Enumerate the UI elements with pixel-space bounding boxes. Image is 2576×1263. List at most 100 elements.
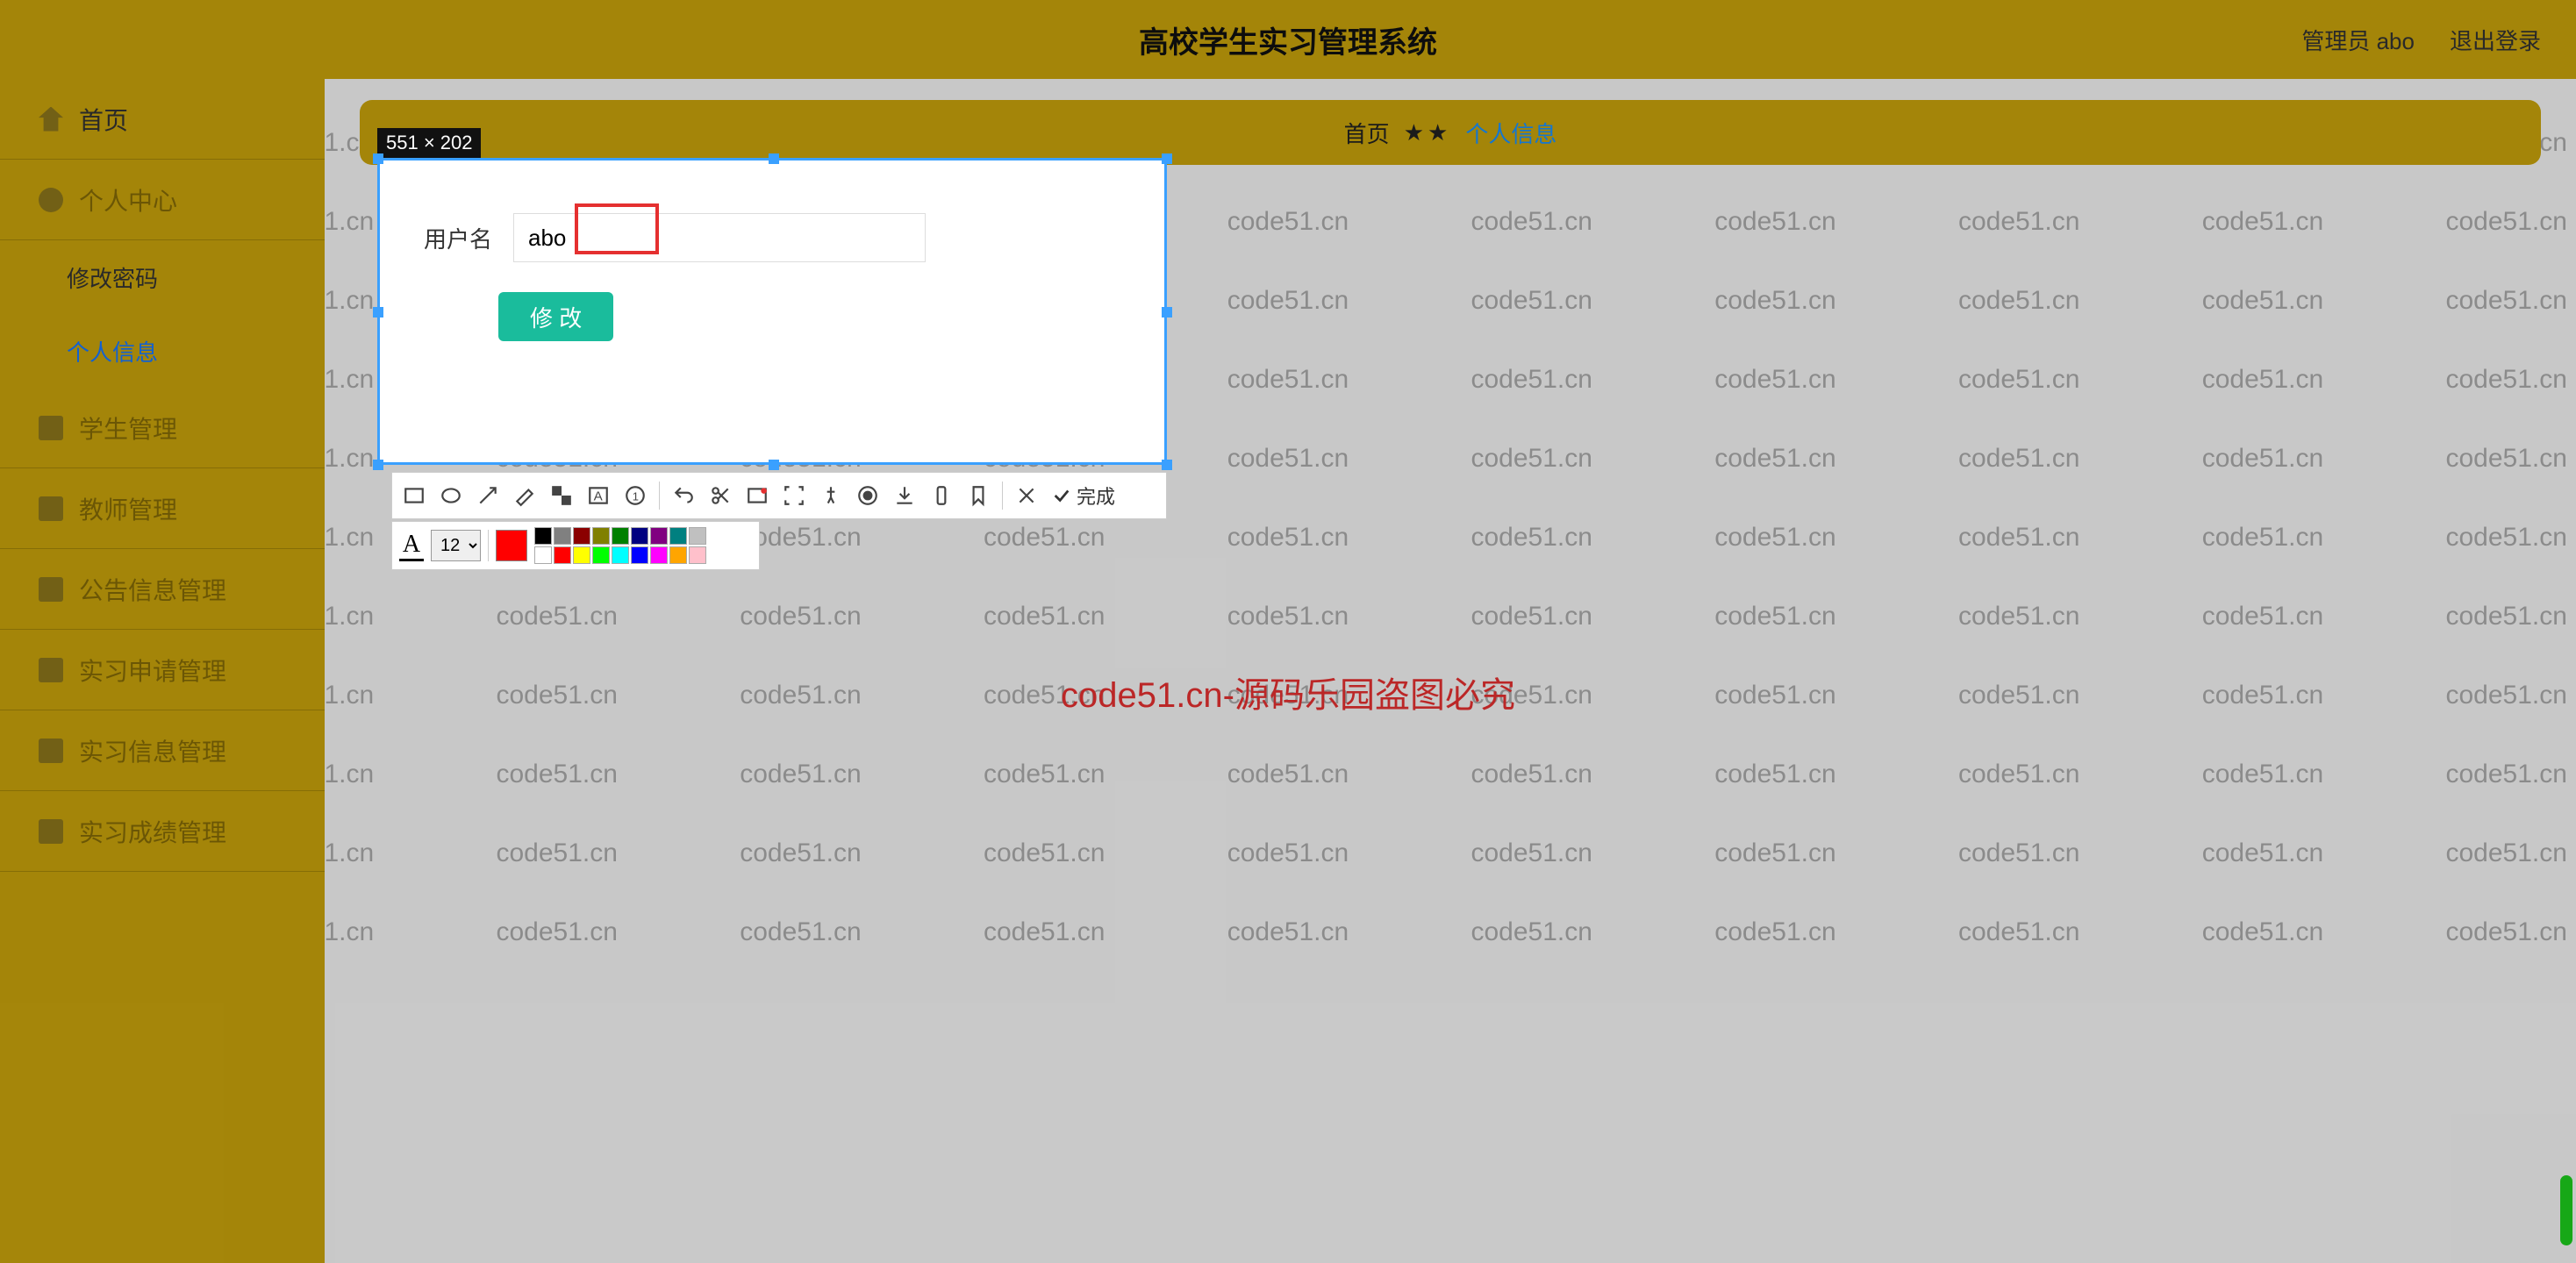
color-swatch[interactable] — [573, 546, 590, 564]
sidebar-item-info[interactable]: 实习信息管理 — [0, 710, 325, 791]
color-palette — [534, 527, 706, 564]
sidebar-label: 实习信息管理 — [79, 733, 226, 768]
list-icon — [39, 416, 63, 440]
font-size-select[interactable]: 12 — [431, 530, 481, 561]
list-icon — [39, 819, 63, 844]
sidebar-label: 实习申请管理 — [79, 653, 226, 688]
color-swatch[interactable] — [554, 527, 571, 545]
scrollbar-thumb[interactable] — [2560, 1175, 2572, 1245]
color-swatch[interactable] — [650, 546, 668, 564]
sidebar-label: 教师管理 — [79, 491, 177, 526]
sidebar: 首页 个人中心 修改密码 个人信息 学生管理 教师管理 公告信息管理 实习申请管… — [0, 79, 325, 1263]
color-swatch[interactable] — [669, 546, 687, 564]
resize-handle-br[interactable] — [1162, 460, 1172, 470]
breadcrumb-current: 个人信息 — [1465, 117, 1556, 149]
tool-screenrec-icon[interactable] — [741, 479, 774, 512]
modify-button[interactable]: 修 改 — [498, 292, 613, 341]
sidebar-sub-changepwd[interactable]: 修改密码 — [0, 240, 325, 314]
toolbar-separator — [488, 530, 489, 561]
color-swatch[interactable] — [612, 527, 629, 545]
home-icon — [39, 107, 63, 132]
tool-undo-icon[interactable] — [667, 479, 700, 512]
sidebar-sub-profile[interactable]: 个人信息 — [0, 314, 325, 388]
tool-pencil-icon[interactable] — [508, 479, 541, 512]
sidebar-item-personal[interactable]: 个人中心 — [0, 160, 325, 240]
screenshot-toolbar: A 1 完成 — [391, 472, 1167, 519]
resize-handle-ml[interactable] — [373, 307, 383, 318]
list-icon — [39, 658, 63, 682]
tool-mosaic-icon[interactable] — [545, 479, 578, 512]
user-icon — [39, 188, 63, 212]
tool-arrow-icon[interactable] — [471, 479, 504, 512]
sidebar-label: 首页 — [79, 102, 128, 137]
username-input[interactable] — [513, 213, 926, 262]
color-swatch[interactable] — [592, 527, 610, 545]
list-icon — [39, 739, 63, 763]
username-label: 用户名 — [424, 222, 492, 254]
sidebar-item-grades[interactable]: 实习成绩管理 — [0, 791, 325, 872]
tool-ocr-icon[interactable] — [777, 479, 811, 512]
color-swatch[interactable] — [554, 546, 571, 564]
svg-text:1: 1 — [633, 489, 639, 503]
tool-text-icon[interactable]: A — [582, 479, 615, 512]
breadcrumb-sep: ★★ — [1404, 119, 1452, 146]
breadcrumb: 首页 ★★ 个人信息 — [360, 100, 2541, 165]
resize-handle-tl[interactable] — [373, 153, 383, 164]
sidebar-label: 实习成绩管理 — [79, 814, 226, 849]
selection-dimensions: 551 × 202 — [377, 128, 481, 158]
sidebar-label: 个人中心 — [79, 182, 177, 218]
svg-text:A: A — [594, 489, 604, 503]
list-icon — [39, 496, 63, 521]
tool-done-button[interactable]: 完成 — [1047, 482, 1120, 510]
logout-link[interactable]: 退出登录 — [2450, 24, 2541, 56]
tool-ellipse-icon[interactable] — [434, 479, 468, 512]
sidebar-item-apply[interactable]: 实习申请管理 — [0, 630, 325, 710]
resize-handle-tr[interactable] — [1162, 153, 1172, 164]
tool-scissors-icon[interactable] — [704, 479, 737, 512]
color-swatch[interactable] — [689, 546, 706, 564]
color-swatch[interactable] — [650, 527, 668, 545]
tool-pin-icon[interactable] — [814, 479, 848, 512]
breadcrumb-home[interactable]: 首页 — [1344, 117, 1390, 149]
resize-handle-mr[interactable] — [1162, 307, 1172, 318]
tool-bookmark-icon[interactable] — [962, 479, 995, 512]
watermark-center: code51.cn-源码乐园盗图必究 — [1061, 667, 1515, 717]
color-swatch[interactable] — [612, 546, 629, 564]
app-title: 高校学生实习管理系统 — [0, 18, 2576, 61]
sidebar-item-home[interactable]: 首页 — [0, 79, 325, 160]
resize-handle-bm[interactable] — [769, 460, 779, 470]
screenshot-selection[interactable]: 用户名 修 改 — [377, 158, 1167, 465]
admin-label[interactable]: 管理员 abo — [2301, 24, 2415, 56]
tool-close-icon[interactable] — [1010, 479, 1043, 512]
color-swatch[interactable] — [592, 546, 610, 564]
sidebar-label: 公告信息管理 — [79, 572, 226, 607]
toolbar-separator — [659, 482, 660, 510]
font-indicator-icon: A — [399, 531, 424, 561]
app-header: 高校学生实习管理系统 管理员 abo 退出登录 — [0, 0, 2576, 79]
form-row-username: 用户名 — [424, 213, 926, 262]
color-swatch[interactable] — [534, 527, 552, 545]
tool-rectangle-icon[interactable] — [397, 479, 431, 512]
tool-phone-icon[interactable] — [925, 479, 958, 512]
toolbar-separator — [1002, 482, 1003, 510]
color-swatch[interactable] — [689, 527, 706, 545]
current-color-swatch[interactable] — [496, 530, 527, 561]
tool-counter-icon[interactable]: 1 — [619, 479, 652, 512]
tool-record-icon[interactable] — [851, 479, 884, 512]
sidebar-label: 学生管理 — [79, 410, 177, 446]
text-style-bar: A 12 — [391, 521, 760, 570]
sidebar-item-students[interactable]: 学生管理 — [0, 388, 325, 468]
form-actions: 修 改 — [498, 292, 613, 341]
sidebar-item-notices[interactable]: 公告信息管理 — [0, 549, 325, 630]
tool-download-icon[interactable] — [888, 479, 921, 512]
sidebar-item-teachers[interactable]: 教师管理 — [0, 468, 325, 549]
resize-handle-tm[interactable] — [769, 153, 779, 164]
color-swatch[interactable] — [534, 546, 552, 564]
resize-handle-bl[interactable] — [373, 460, 383, 470]
list-icon — [39, 577, 63, 602]
color-swatch[interactable] — [631, 527, 648, 545]
color-swatch[interactable] — [573, 527, 590, 545]
color-swatch[interactable] — [669, 527, 687, 545]
done-label: 完成 — [1077, 482, 1115, 510]
color-swatch[interactable] — [631, 546, 648, 564]
